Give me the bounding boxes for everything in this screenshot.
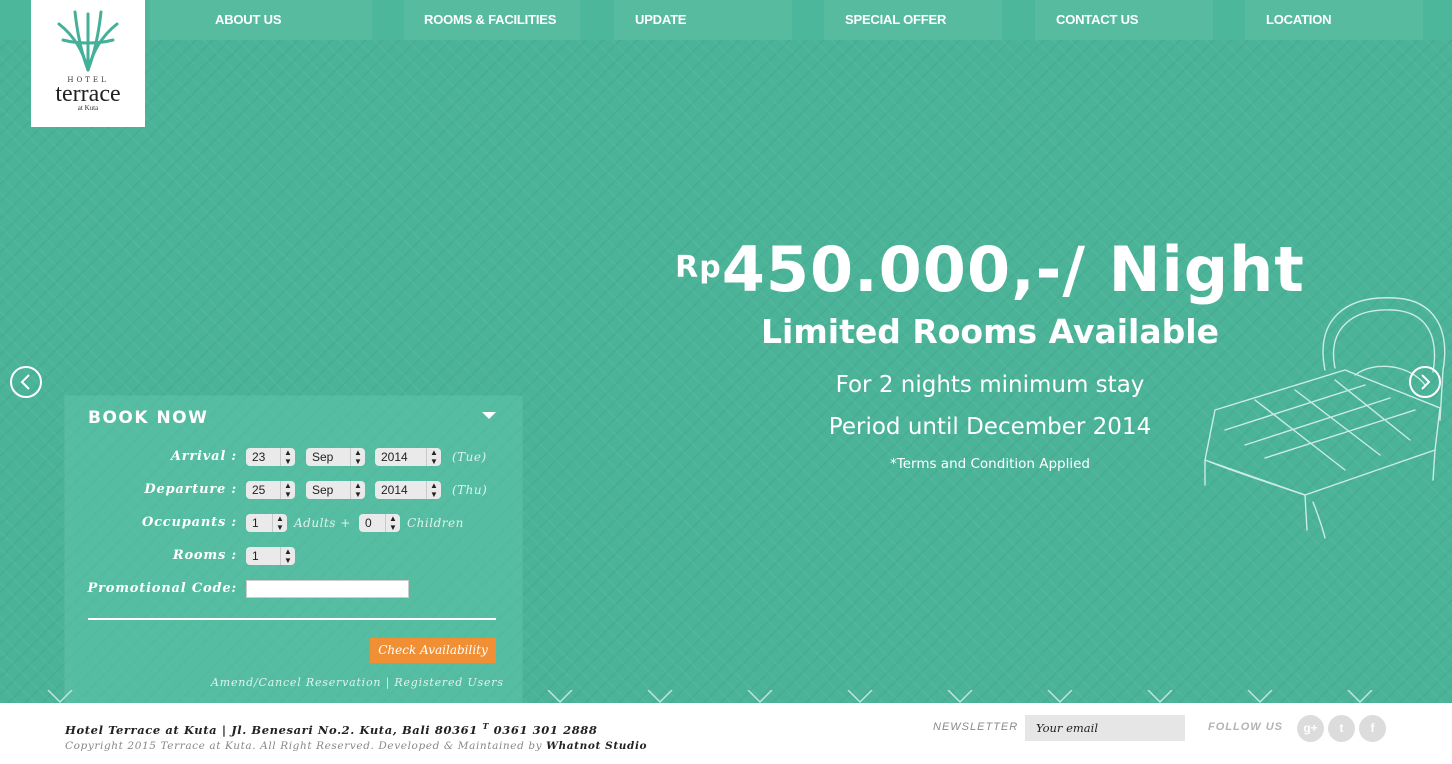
amend-cancel-link[interactable]: Amend/Cancel Reservation [211,676,381,689]
updown-arrows-icon: ▲ ▼ [280,481,295,499]
phone-prefix: T [482,721,490,731]
departure-year-select[interactable]: 2014 ▲ ▼ [375,481,441,499]
hotel-logo[interactable]: HOTEL terrace at Kuta [31,0,145,127]
promo-code-input[interactable] [246,580,409,598]
children-value: 0 [365,516,372,530]
arrival-month-value: Sep [312,450,334,464]
book-now-title: BOOK NOW [88,408,209,428]
logo-leaf-icon [57,10,119,72]
children-select[interactable]: 0 ▲ ▼ [359,514,400,532]
twitter-icon[interactable]: t [1328,715,1355,742]
developer-link[interactable]: Whatnot Studio [546,740,647,752]
rooms-select[interactable]: 1 ▲ ▼ [246,547,295,565]
follow-us-label: FOLLOW US [1208,721,1283,733]
arrival-year-value: 2014 [381,450,408,464]
rooms-label: Rooms : [172,548,237,563]
departure-weekday: (Thu) [452,483,488,497]
nav-about-us[interactable]: ABOUT US [215,0,281,40]
updown-arrows-icon: ▲ ▼ [385,514,400,532]
slider-prev-button[interactable] [10,366,42,398]
booking-panel: BOOK NOW Arrival : 23 ▲ ▼ Sep ▲ ▼ 2014 ▲ ▼ (Tu… [65,396,522,703]
updown-arrows-icon: ▲ ▼ [280,547,295,565]
updown-arrows-icon: ▲ ▼ [350,448,365,466]
main-nav: ABOUT US ROOMS & FACILITIES UPDATE SPECI… [0,0,1452,40]
phone-number: 0361 301 2888 [493,722,598,737]
arrival-day-value: 23 [252,450,266,464]
chevron-left-icon [20,374,30,390]
newsletter-label: NEWSLETTER [933,721,1019,733]
address-text: Hotel Terrace at Kuta | Jl. Benesari No.… [65,722,478,737]
footer: Hotel Terrace at Kuta | Jl. Benesari No.… [0,703,1452,764]
newsletter-email-input[interactable]: Your email [1025,715,1185,741]
departure-day-select[interactable]: 25 ▲ ▼ [246,481,295,499]
arrival-month-select[interactable]: Sep ▲ ▼ [306,448,365,466]
link-separator: | [385,676,391,689]
logo-name: terrace [55,81,121,107]
arrival-weekday: (Tue) [452,450,487,464]
updown-arrows-icon: ▲ ▼ [426,481,441,499]
footer-address: Hotel Terrace at Kuta | Jl. Benesari No.… [65,721,598,737]
arrival-day-select[interactable]: 23 ▲ ▼ [246,448,295,466]
nav-rooms-facilities[interactable]: ROOMS & FACILITIES [424,0,556,40]
rooms-value: 1 [252,549,259,563]
decorative-pattern-strip [47,690,1373,704]
slider-next-button[interactable] [1409,366,1441,398]
price-prefix: Rp [675,250,722,285]
logo-sub: at Kuta [77,104,99,112]
updown-arrows-icon: ▲ ▼ [272,514,287,532]
adults-value: 1 [252,516,259,530]
booking-divider [88,618,496,620]
google-plus-icon[interactable]: g+ [1297,715,1324,742]
adults-select[interactable]: 1 ▲ ▼ [246,514,287,532]
bed-sketch-illustration [1204,297,1446,539]
departure-month-value: Sep [312,483,334,497]
nav-contact-us[interactable]: CONTACT US [1056,0,1138,40]
promo-code-label: Promotional Code: [87,581,237,596]
updown-arrows-icon: ▲ ▼ [426,448,441,466]
booking-links: Amend/Cancel Reservation | Registered Us… [211,676,504,689]
departure-day-value: 25 [252,483,266,497]
departure-month-select[interactable]: Sep ▲ ▼ [306,481,365,499]
updown-arrows-icon: ▲ ▼ [350,481,365,499]
arrival-label: Arrival : [170,449,237,464]
copyright-text: Copyright 2015 Terrace at Kuta. All Righ… [65,740,543,752]
facebook-icon[interactable]: f [1359,715,1386,742]
departure-year-value: 2014 [381,483,408,497]
children-suffix: Children [407,516,464,530]
footer-copyright: Copyright 2015 Terrace at Kuta. All Righ… [65,740,647,752]
arrival-year-select[interactable]: 2014 ▲ ▼ [375,448,441,466]
check-availability-button[interactable]: Check Availability [370,638,496,663]
nav-location[interactable]: LOCATION [1266,0,1332,40]
updown-arrows-icon: ▲ ▼ [280,448,295,466]
nav-update[interactable]: UPDATE [635,0,686,40]
registered-users-link[interactable]: Registered Users [394,676,503,689]
nav-special-offer[interactable]: SPECIAL OFFER [845,0,946,40]
departure-label: Departure : [144,482,237,497]
adults-suffix: Adults + [294,516,351,530]
collapse-toggle-icon[interactable] [482,412,496,419]
chevron-right-icon [1421,374,1431,390]
occupants-label: Occupants : [141,515,237,530]
